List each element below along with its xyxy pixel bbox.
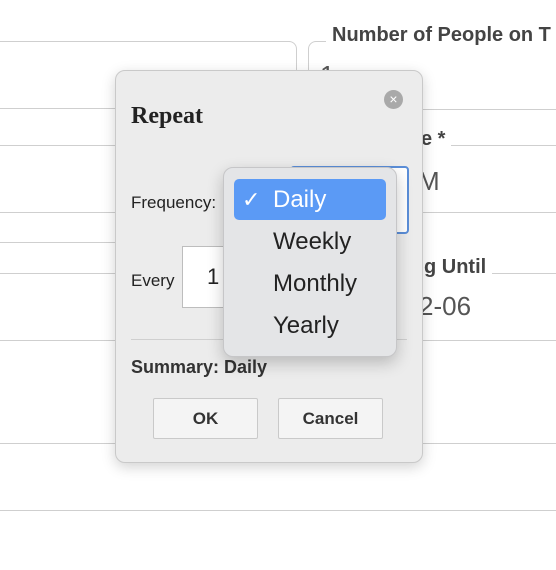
menu-option-monthly[interactable]: Monthly <box>234 263 386 304</box>
menu-option-yearly[interactable]: Yearly <box>234 305 386 346</box>
menu-option-daily[interactable]: ✓ Daily <box>234 179 386 220</box>
menu-option-weekly[interactable]: Weekly <box>234 221 386 262</box>
menu-option-label: Daily <box>273 186 327 213</box>
frequency-dropdown-menu: ✓ Daily Weekly Monthly Yearly <box>223 167 397 357</box>
frequency-label: Frequency: <box>131 193 217 212</box>
menu-option-label: Monthly <box>273 270 358 297</box>
close-icon[interactable]: × <box>384 90 403 109</box>
ok-button[interactable]: OK <box>153 398 258 439</box>
checkmark-icon: ✓ <box>242 187 261 212</box>
until-field-label: g Until <box>418 256 493 279</box>
cancel-button[interactable]: Cancel <box>278 398 383 439</box>
menu-option-label: Weekly <box>273 228 352 255</box>
form-divider <box>0 510 556 511</box>
people-field-label: Number of People on T <box>326 24 556 47</box>
summary-text: Summary: Daily <box>131 357 268 377</box>
menu-option-label: Yearly <box>273 312 339 339</box>
every-label: Every <box>131 271 175 290</box>
until-field-value: 2-06 <box>419 291 472 321</box>
dialog-title: Repeat <box>131 103 203 129</box>
